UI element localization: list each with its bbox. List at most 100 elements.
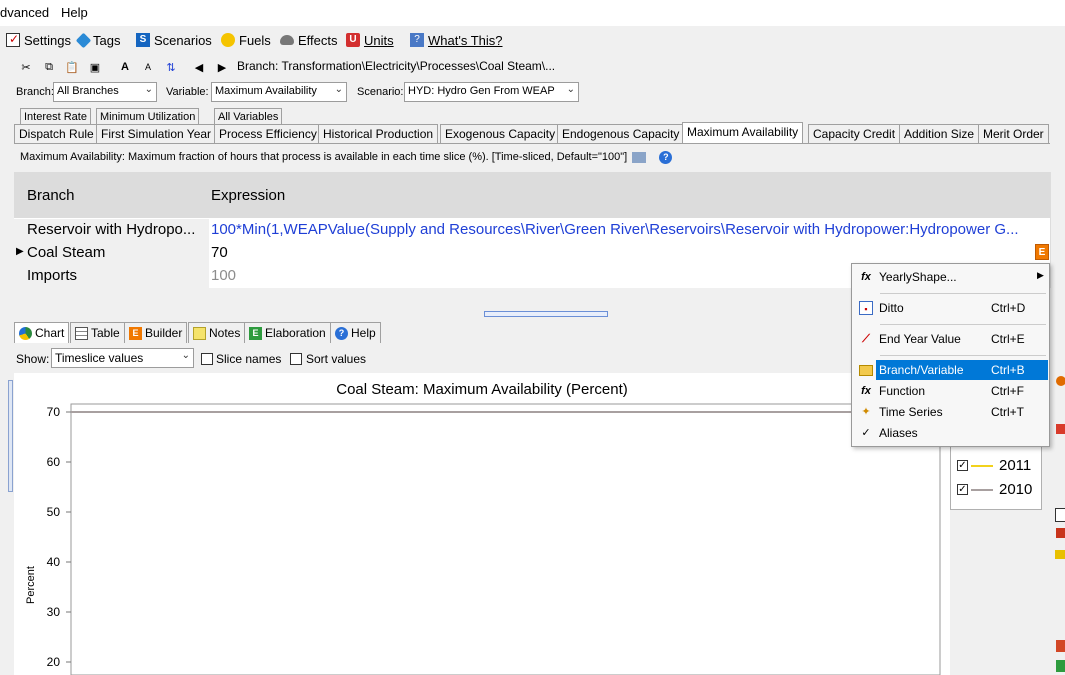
grid-header: Branch Expression <box>14 172 1050 218</box>
branch-select[interactable]: All Branches ⌄ <box>53 82 157 102</box>
tab-exogenous-capacity[interactable]: Exogenous Capacity <box>440 124 561 143</box>
sort-values-checkbox[interactable] <box>290 353 302 365</box>
increase-font-icon[interactable]: A <box>116 58 134 76</box>
grid-row[interactable]: ▶ Coal Steam 70 E <box>14 242 1050 265</box>
menu-item-label: YearlyShape... <box>879 270 957 284</box>
tab-maximum-availability[interactable]: Maximum Availability <box>682 122 804 143</box>
variable-select[interactable]: Maximum Availability ⌄ <box>211 82 347 102</box>
menu-advanced[interactable]: dvanced <box>0 5 49 20</box>
chevron-down-icon: ⌄ <box>566 84 575 95</box>
tab-process-efficiency[interactable]: Process Efficiency <box>214 124 322 143</box>
tab-all-variables[interactable]: All Variables <box>214 108 283 125</box>
grid-icon[interactable] <box>1056 528 1065 538</box>
tab-notes-label: Notes <box>209 326 241 340</box>
whats-this-button[interactable]: ? What's This? <box>410 31 503 49</box>
expression-builder-icon[interactable]: E <box>1035 244 1049 260</box>
tab-first-simulation-year[interactable]: First Simulation Year <box>96 124 217 143</box>
menu-item-shortcut: Ctrl+E <box>991 332 1025 346</box>
chart-y-axis-label: Percent <box>25 566 37 604</box>
fuels-icon <box>221 33 235 47</box>
grid-row-expression[interactable]: 100*Min(1,WEAPValue(Supply and Resources… <box>211 221 1050 238</box>
grid-row-branch: Imports <box>14 265 209 288</box>
legend-item-2010[interactable]: ✓ 2010 <box>955 479 1041 499</box>
help-icon[interactable]: ? <box>659 151 673 164</box>
menu-item-shortcut: Ctrl+F <box>991 384 1024 398</box>
settings-label: Settings <box>24 32 71 48</box>
menu-item-aliases[interactable]: ✓ Aliases <box>854 423 1048 443</box>
edit-note-icon[interactable] <box>632 151 647 163</box>
show-select-value: Timeslice values <box>55 351 144 365</box>
tab-addition-size[interactable]: Addition Size <box>899 124 980 143</box>
menu-separator <box>880 293 1046 294</box>
legend-checkbox[interactable]: ✓ <box>957 484 968 495</box>
legend-label: 2010 <box>999 481 1033 498</box>
menu-item-branch-variable[interactable]: Branch/Variable Ctrl+B <box>854 360 1048 380</box>
panel-splitter[interactable] <box>484 311 608 317</box>
tab-table[interactable]: Table <box>70 322 125 343</box>
fx-icon: fx <box>861 271 871 283</box>
right-toolstrip <box>1054 370 1065 675</box>
legend-item-2011[interactable]: ✓ 2011 <box>955 455 1041 475</box>
copy-icon[interactable]: ⧉ <box>40 58 58 76</box>
effects-button[interactable]: Effects <box>280 31 338 49</box>
menu-item-ditto[interactable]: ▪ Ditto Ctrl+D <box>854 298 1048 318</box>
tab-notes[interactable]: Notes <box>188 322 246 343</box>
legend-checkbox[interactable]: ✓ <box>957 460 968 471</box>
menu-item-time-series[interactable]: ✦ Time Series Ctrl+T <box>854 402 1048 422</box>
units-button[interactable]: U Units <box>346 31 394 49</box>
tab-elaboration[interactable]: E Elaboration <box>244 322 331 343</box>
tab-divider <box>14 143 1050 144</box>
y-tick-label: 50 <box>47 505 61 519</box>
ditto-icon[interactable]: ▣ <box>86 58 104 76</box>
menu-item-yearlyshape[interactable]: fx YearlyShape... ▶ <box>854 267 1048 287</box>
effects-icon <box>280 35 294 45</box>
left-collapse-handle[interactable] <box>8 380 13 492</box>
back-icon[interactable]: ◀ <box>190 58 208 76</box>
folder-icon <box>859 365 873 376</box>
column-branch-header[interactable]: Branch <box>27 187 75 204</box>
legend-label: 2011 <box>999 457 1032 474</box>
tab-elaboration-label: Elaboration <box>265 326 326 340</box>
slice-names-checkbox[interactable] <box>201 353 213 365</box>
tab-chart[interactable]: Chart <box>14 322 70 343</box>
settings-button[interactable]: ✓ Settings <box>6 31 71 49</box>
grid-row-expression[interactable]: 70 <box>211 244 1050 261</box>
scenarios-button[interactable]: S Scenarios <box>136 31 212 49</box>
scenario-select[interactable]: HYD: Hydro Gen From WEAP ⌄ <box>404 82 579 102</box>
menu-item-function[interactable]: fx Function Ctrl+F <box>854 381 1048 401</box>
tags-button[interactable]: Tags <box>75 31 121 49</box>
tab-interest-rate[interactable]: Interest Rate <box>20 108 91 125</box>
tab-builder[interactable]: E Builder <box>124 322 188 343</box>
breadcrumb[interactable]: Branch: Transformation\Electricity\Proce… <box>237 59 555 73</box>
tab-historical-production[interactable]: Historical Production <box>318 124 439 143</box>
cut-icon[interactable]: ✂ <box>17 58 35 76</box>
current-row-pointer-icon: ▶ <box>16 246 24 257</box>
menu-item-end-year-value[interactable]: ⟋ End Year Value Ctrl+E <box>854 329 1048 349</box>
export-icon[interactable] <box>1056 660 1065 672</box>
paste-icon[interactable]: 📋 <box>63 58 81 76</box>
chart-type-icon[interactable] <box>1056 424 1065 434</box>
fuels-button[interactable]: Fuels <box>221 31 271 49</box>
menu-help[interactable]: Help <box>61 5 88 20</box>
column-expression-header[interactable]: Expression <box>211 187 285 204</box>
number-format-icon[interactable] <box>1055 550 1065 559</box>
fx-icon: fx <box>861 385 871 397</box>
tags-label: Tags <box>93 32 121 48</box>
tab-minimum-utilization[interactable]: Minimum Utilization <box>96 108 200 125</box>
forward-icon[interactable]: ▶ <box>213 58 231 76</box>
pie-chart-icon[interactable] <box>1056 376 1065 386</box>
grid-row[interactable]: Reservoir with Hydropo... 100*Min(1,WEAP… <box>14 219 1050 242</box>
grid-scrollbar[interactable] <box>1050 172 1065 288</box>
sort-icon[interactable]: ⇅ <box>162 58 180 76</box>
tab-merit-order[interactable]: Merit Order <box>978 124 1049 143</box>
effects-label: Effects <box>298 32 338 48</box>
decrease-font-icon[interactable]: A <box>139 58 157 76</box>
show-select[interactable]: Timeslice values ⌄ <box>51 348 194 368</box>
table-view-icon[interactable] <box>1055 508 1065 522</box>
tab-help[interactable]: ? Help <box>330 322 381 343</box>
tab-dispatch-rule[interactable]: Dispatch Rule <box>14 124 99 143</box>
tab-capacity-credit[interactable]: Capacity Credit <box>808 124 901 143</box>
menubar: dvanced Help <box>0 0 1065 26</box>
powerpoint-icon[interactable] <box>1056 640 1065 652</box>
tab-endogenous-capacity[interactable]: Endogenous Capacity <box>557 124 685 143</box>
